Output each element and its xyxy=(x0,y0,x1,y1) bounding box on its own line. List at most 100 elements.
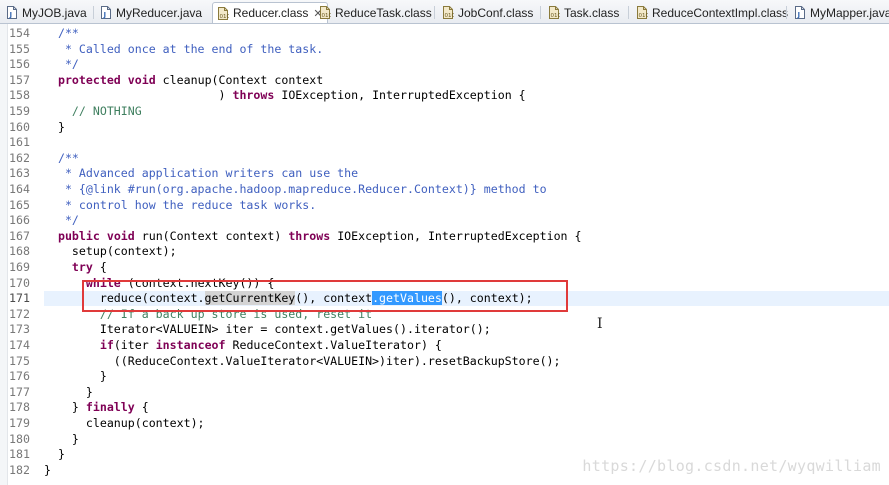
tab-separator xyxy=(93,6,94,19)
line-number: 160 xyxy=(9,120,30,134)
line-number: 181 xyxy=(9,447,30,461)
code-text: protected void cleanup(Context context xyxy=(57,73,324,87)
code-text: } xyxy=(44,120,65,134)
editor-tab-bar: J MyJOB.java J MyReducer.java 010 Reducer.cla… xyxy=(0,0,889,24)
line-number: 180 xyxy=(9,432,30,446)
class-file-icon: 010 xyxy=(636,6,648,19)
line-number: 177 xyxy=(9,385,30,399)
line-number: 159 xyxy=(9,104,30,118)
code-text: cleanup(context); xyxy=(44,416,205,430)
tab-label: JobConf.class xyxy=(458,5,534,20)
code-text: } xyxy=(44,447,65,461)
code-text: Iterator<VALUEIN> iter = context.getValu… xyxy=(44,322,491,336)
line-number: 161 xyxy=(9,135,30,149)
code-text: } xyxy=(44,432,79,446)
line-number: 163 xyxy=(9,166,30,180)
svg-text:J: J xyxy=(103,11,107,19)
svg-text:010: 010 xyxy=(639,13,649,19)
tab-task-class[interactable]: 010 Task.class xyxy=(546,2,619,23)
code-text: } xyxy=(44,369,107,383)
code-text: * {@link #run(org.apache.hadoop.mapreduc… xyxy=(44,182,547,196)
line-number: 174 xyxy=(9,338,30,352)
tab-label: Reducer.class xyxy=(233,6,309,20)
tab-reducecontextimpl-class[interactable]: 010 ReduceContextImpl.class xyxy=(634,2,788,23)
code-text: public void run(Context context) throws … xyxy=(57,229,582,243)
java-file-icon: J xyxy=(100,6,112,19)
line-number: 176 xyxy=(9,369,30,383)
text-cursor-icon: I xyxy=(597,316,603,332)
tab-separator xyxy=(628,6,629,19)
code-text: reduce(context.getCurrentKey(), context.… xyxy=(44,291,533,305)
line-number: 166 xyxy=(9,213,30,227)
line-number: 170 xyxy=(9,276,30,290)
watermark: https://blog.csdn.net/wyqwilliam xyxy=(582,457,881,475)
code-text: setup(context); xyxy=(44,244,177,258)
tab-mymapper-java[interactable]: J MyMapper.java xyxy=(792,2,889,23)
code-text: */ xyxy=(44,57,79,71)
code-text: } xyxy=(44,463,51,477)
tab-label: MyJOB.java xyxy=(22,5,87,20)
class-file-icon: 010 xyxy=(548,6,560,19)
line-number: 158 xyxy=(9,88,30,102)
line-number: 178 xyxy=(9,400,30,414)
code-text: } xyxy=(44,385,93,399)
tab-myjob-java[interactable]: J MyJOB.java xyxy=(4,2,87,23)
svg-text:010: 010 xyxy=(220,14,230,20)
code-text: /** xyxy=(44,151,79,165)
line-number: 182 xyxy=(9,463,30,477)
line-number: 171 xyxy=(9,291,30,305)
line-number: 157 xyxy=(9,73,30,87)
code-text: * control how the reduce task works. xyxy=(44,198,317,212)
code-text: try { xyxy=(71,260,107,274)
line-number: 164 xyxy=(9,182,30,196)
line-number: 155 xyxy=(9,42,30,56)
svg-text:010: 010 xyxy=(445,13,455,19)
code-text: // If a back up store is used, reset it xyxy=(99,307,373,321)
code-text: if(iter instanceof ReduceContext.ValueIt… xyxy=(99,338,442,352)
line-number: 168 xyxy=(9,244,30,258)
code-text: ) throws IOException, InterruptedExcepti… xyxy=(44,88,526,102)
code-text: // NOTHING xyxy=(71,104,142,118)
tab-label: ReduceTask.class xyxy=(335,5,432,20)
code-editor[interactable]: 154 /** 155 * Called once at the end of t… xyxy=(0,24,889,485)
class-file-icon: 010 xyxy=(442,6,454,19)
line-number: 154 xyxy=(9,26,30,40)
tab-separator xyxy=(786,6,787,19)
tab-reducer-class[interactable]: 010 Reducer.class ✕ xyxy=(212,2,328,23)
line-number: 167 xyxy=(9,229,30,243)
line-number: 169 xyxy=(9,260,30,274)
svg-text:J: J xyxy=(797,11,801,19)
line-number: 179 xyxy=(9,416,30,430)
selected-text-gray: getCurrentKey xyxy=(204,291,296,305)
java-file-icon: J xyxy=(794,6,806,19)
tab-label: Task.class xyxy=(564,5,620,20)
code-text: /** xyxy=(44,26,79,40)
tab-separator xyxy=(434,6,435,19)
code-text: while (context.nextKey()) { xyxy=(85,276,275,290)
tab-myreducer-java[interactable]: J MyReducer.java xyxy=(98,2,202,23)
line-number: 162 xyxy=(9,151,30,165)
tab-label: MyMapper.java xyxy=(810,5,889,20)
left-ruler xyxy=(0,24,8,485)
class-file-icon: 010 xyxy=(217,6,230,20)
svg-text:010: 010 xyxy=(551,13,561,19)
code-text: ((ReduceContext.ValueIterator<VALUEIN>)i… xyxy=(44,354,561,368)
code-text: } finally { xyxy=(44,400,149,414)
code-text: * Advanced application writers can use t… xyxy=(44,166,359,180)
selected-text: .getValues xyxy=(372,291,442,305)
line-number: 165 xyxy=(9,198,30,212)
tab-label: MyReducer.java xyxy=(116,5,203,20)
tab-label: ReduceContextImpl.class xyxy=(652,5,789,20)
class-file-icon: 010 xyxy=(319,6,331,19)
line-number: 175 xyxy=(9,354,30,368)
svg-text:010: 010 xyxy=(322,13,332,19)
svg-text:J: J xyxy=(9,11,13,19)
code-text: */ xyxy=(44,213,79,227)
code-text: * Called once at the end of the task. xyxy=(44,42,324,56)
tab-jobconf-class[interactable]: 010 JobConf.class xyxy=(440,2,533,23)
tab-separator xyxy=(540,6,541,19)
line-number: 172 xyxy=(9,307,30,321)
java-file-icon: J xyxy=(6,6,18,19)
tab-reducetask-class[interactable]: 010 ReduceTask.class xyxy=(317,2,432,23)
line-number: 156 xyxy=(9,57,30,71)
